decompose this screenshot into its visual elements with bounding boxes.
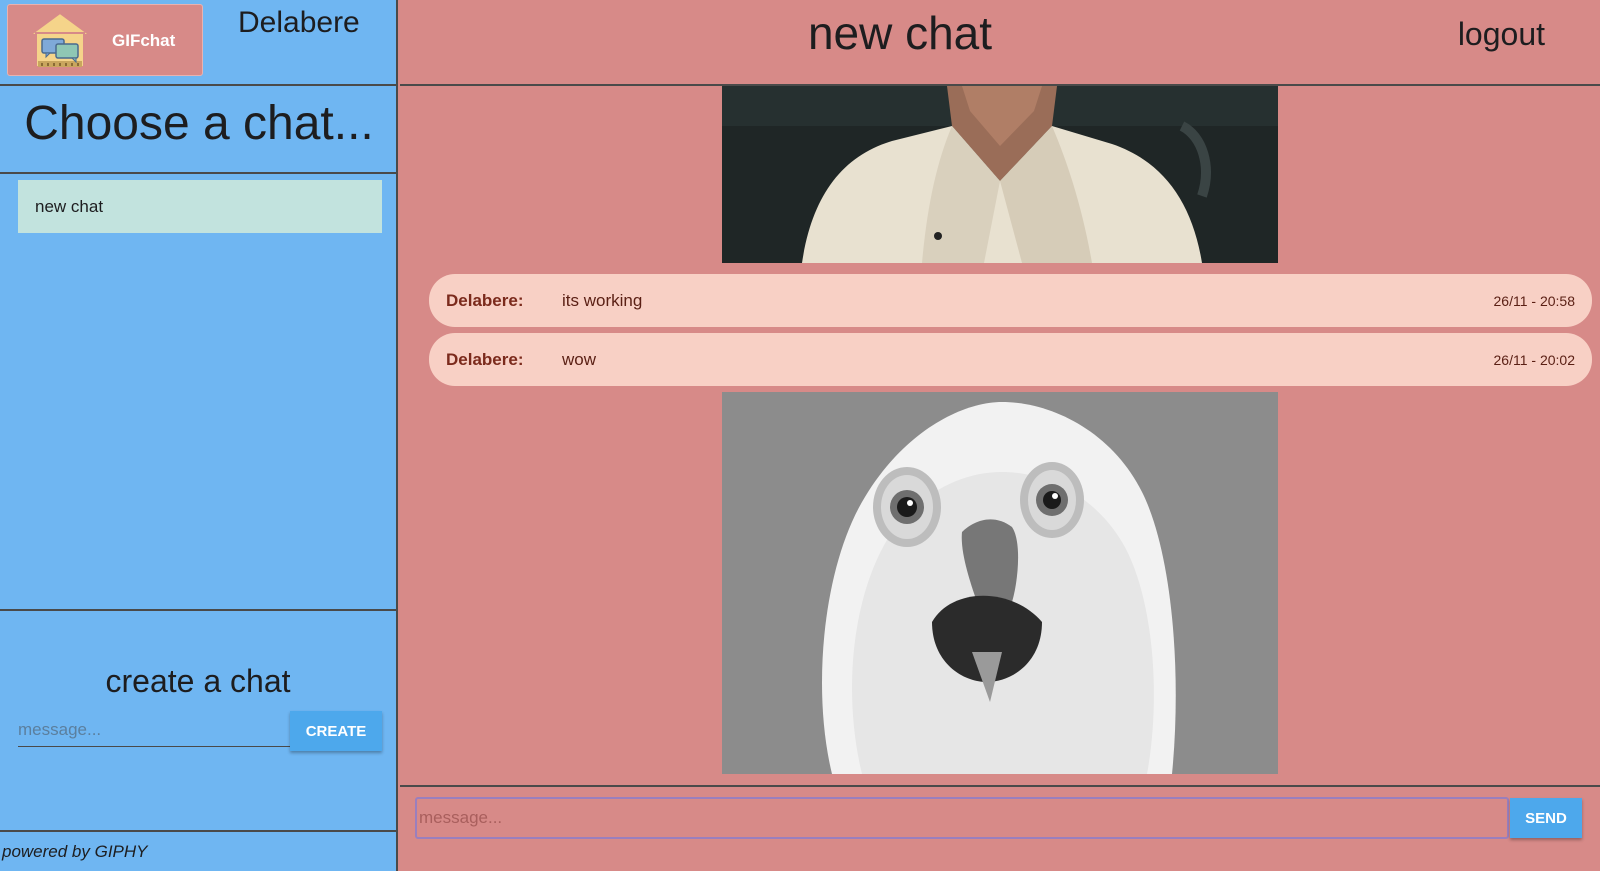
create-chat-panel: create a chat CREATE xyxy=(0,611,396,832)
logout-link[interactable]: logout xyxy=(1458,16,1545,53)
message-timestamp: 26/11 - 20:02 xyxy=(1493,352,1575,368)
chat-list-item[interactable]: new chat xyxy=(18,180,382,233)
message-text: wow xyxy=(562,350,597,369)
create-chat-heading: create a chat xyxy=(105,663,291,699)
send-button[interactable]: SEND xyxy=(1510,798,1582,838)
chat-header: new chat logout xyxy=(400,0,1600,86)
username: Delabere xyxy=(238,6,360,39)
gif-message xyxy=(722,392,1278,774)
gifchat-logo[interactable]: GIFchat xyxy=(7,4,203,76)
message-sender: Delabere: xyxy=(446,291,524,310)
chat-house-icon xyxy=(28,11,92,68)
create-chat-button[interactable]: CREATE xyxy=(290,711,382,751)
sidebar-header: GIFchat Delabere xyxy=(0,0,398,86)
owl-gif-image xyxy=(722,392,1278,774)
chat-title: new chat xyxy=(807,7,993,59)
chat-list: new chat xyxy=(0,174,396,611)
create-chat-input[interactable] xyxy=(18,714,290,747)
logo-text: GIFchat xyxy=(112,31,176,50)
message-feed: Delabere: its working 26/11 - 20:58 Dela… xyxy=(400,86,1600,786)
chat-message: Delabere: wow 26/11 - 20:02 xyxy=(429,333,1592,386)
giphy-attribution: powered by GIPHY xyxy=(2,842,148,861)
sidebar: GIFchat Delabere Choose a chat... new ch… xyxy=(0,0,398,871)
choose-chat-heading: Choose a chat... xyxy=(0,86,398,174)
chat-message: Delabere: its working 26/11 - 20:58 xyxy=(429,274,1592,327)
message-text: its working xyxy=(562,291,643,310)
message-timestamp: 26/11 - 20:58 xyxy=(1493,293,1575,309)
message-composer: SEND xyxy=(400,785,1600,871)
person-gif-image xyxy=(722,86,1278,263)
message-sender: Delabere: xyxy=(446,350,524,369)
message-input[interactable] xyxy=(415,797,1509,839)
gif-message xyxy=(722,86,1278,263)
